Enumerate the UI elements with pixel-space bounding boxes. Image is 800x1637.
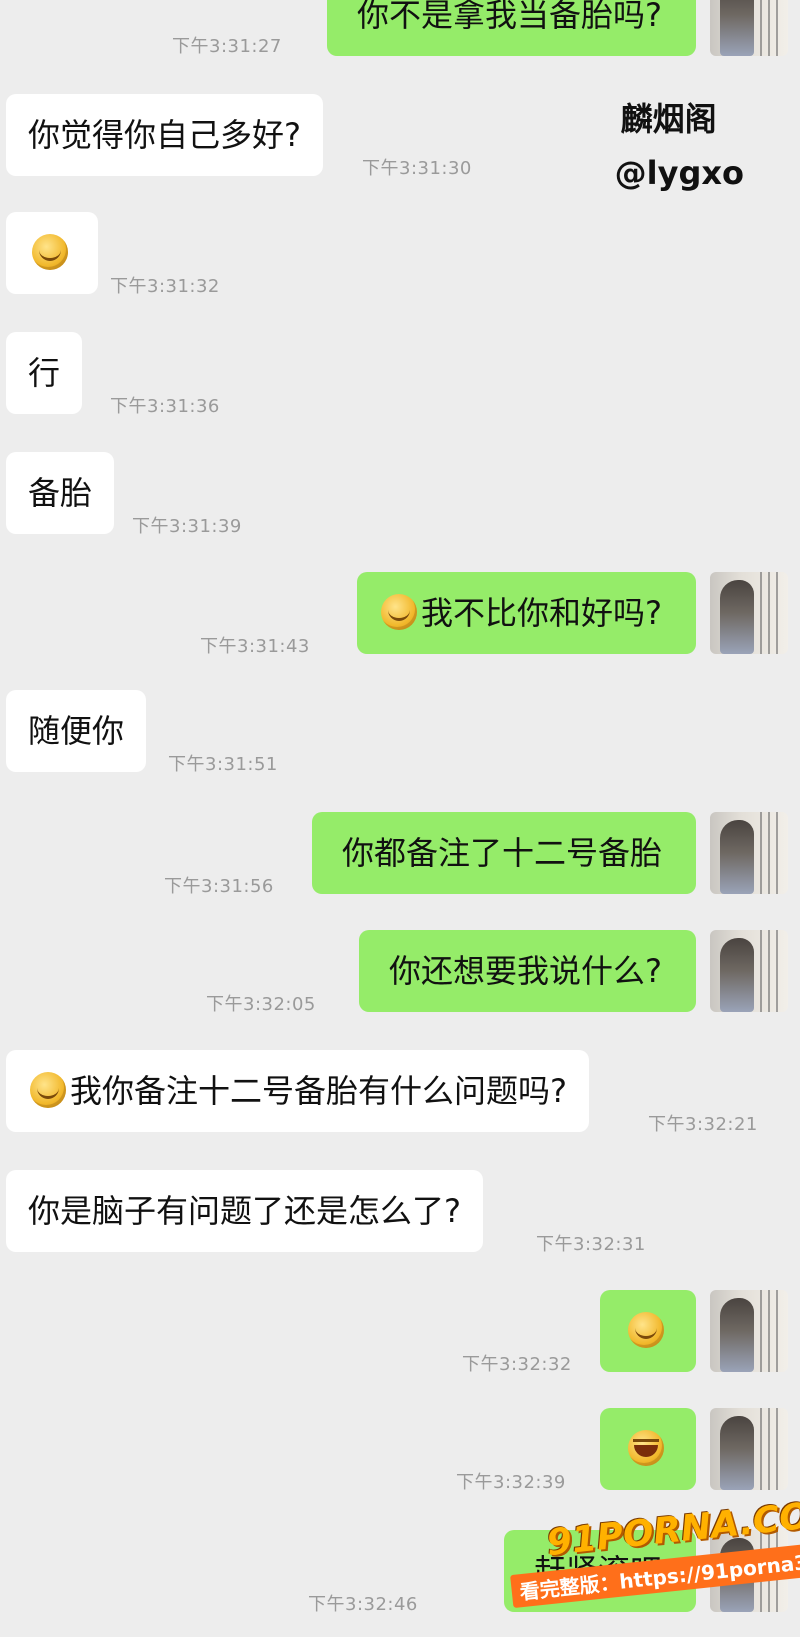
message-timestamp: 下午3:32:32 (462, 1354, 572, 1375)
message-bubble[interactable] (6, 212, 98, 294)
message-bubble[interactable]: 你觉得你自己多好? (6, 94, 323, 176)
facepalm-emoji-icon (628, 1312, 664, 1348)
message-row: 你都备注了十二号备胎 下午3:31:56 (0, 812, 800, 902)
avatar[interactable] (710, 1530, 788, 1612)
avatar[interactable] (710, 572, 788, 654)
message-bubble[interactable]: 行 (6, 332, 83, 414)
message-text: 你觉得你自己多好? (28, 116, 301, 154)
message-timestamp: 下午3:32:05 (206, 994, 316, 1015)
message-timestamp: 下午3:32:46 (308, 1594, 418, 1615)
message-row: 你还想要我说什么? 下午3:32:05 (0, 930, 800, 1020)
message-bubble[interactable]: 你是脑子有问题了还是怎么了? (6, 1170, 483, 1252)
watermark-top: 麟烟阁 @lygxo (615, 92, 744, 200)
message-timestamp: 下午3:31:43 (200, 636, 310, 657)
avatar[interactable] (710, 930, 788, 1012)
message-bubble[interactable]: 你还想要我说什么? (359, 930, 696, 1012)
message-row: 下午3:31:32 (0, 212, 800, 302)
message-text: 备胎 (28, 474, 93, 512)
message-timestamp: 下午3:31:32 (110, 276, 220, 297)
message-text: 行 (28, 354, 61, 392)
message-timestamp: 下午3:31:56 (164, 876, 274, 897)
message-bubble[interactable]: 我你备注十二号备胎有什么问题吗? (6, 1050, 589, 1132)
message-text: 随便你 (28, 712, 125, 750)
message-text: 你是脑子有问题了还是怎么了? (28, 1192, 461, 1230)
message-bubble[interactable]: 备胎 (6, 452, 115, 534)
facepalm-emoji-icon (30, 1072, 66, 1108)
message-row: 下午3:32:39 (0, 1408, 800, 1498)
avatar[interactable] (710, 812, 788, 894)
message-bubble[interactable]: 你不是拿我当备胎吗? (327, 0, 696, 56)
message-bubble[interactable]: 我不比你和好吗? (357, 572, 696, 654)
message-bubble[interactable]: 赶紧滚吧 (503, 1530, 696, 1612)
message-row: 随便你 下午3:31:51 (0, 690, 800, 780)
message-timestamp: 下午3:31:36 (110, 396, 220, 417)
avatar[interactable] (710, 0, 788, 56)
message-text: 我你备注十二号备胎有什么问题吗? (70, 1072, 567, 1110)
avatar[interactable] (710, 1290, 788, 1372)
chat-area[interactable]: 你不是拿我当备胎吗? 下午3:31:27 你觉得你自己多好? 下午3:31:30… (0, 0, 800, 1635)
avatar[interactable] (710, 1408, 788, 1490)
message-text: 你不是拿我当备胎吗? (357, 0, 662, 34)
message-text: 赶紧滚吧 (533, 1552, 662, 1590)
laugh-cry-emoji-icon (628, 1430, 664, 1466)
message-bubble[interactable]: 你都备注了十二号备胎 (311, 812, 696, 894)
message-row: 赶紧滚吧 下午3:32:46 (0, 1530, 800, 1620)
message-timestamp: 下午3:32:31 (536, 1234, 646, 1255)
message-row: 我你备注十二号备胎有什么问题吗? 下午3:32:21 (0, 1050, 800, 1140)
message-row: 行 下午3:31:36 (0, 332, 800, 422)
message-text: 你还想要我说什么? (389, 952, 662, 990)
facepalm-emoji-icon (32, 234, 68, 270)
watermark-handle: @lygxo (614, 154, 744, 192)
message-timestamp: 下午3:31:27 (172, 36, 282, 57)
message-timestamp: 下午3:32:39 (456, 1472, 566, 1493)
watermark-name: 麟烟阁 (620, 100, 717, 138)
message-timestamp: 下午3:31:39 (132, 516, 242, 537)
message-row: 备胎 下午3:31:39 (0, 452, 800, 542)
message-bubble[interactable] (600, 1290, 696, 1372)
facepalm-emoji-icon (381, 594, 417, 630)
message-row: 你不是拿我当备胎吗? 下午3:31:27 (0, 0, 800, 64)
message-timestamp: 下午3:31:51 (168, 754, 278, 775)
message-row: 我不比你和好吗? 下午3:31:43 (0, 572, 800, 662)
message-bubble[interactable]: 随便你 (6, 690, 147, 772)
message-timestamp: 下午3:31:30 (362, 158, 472, 179)
message-bubble[interactable] (600, 1408, 696, 1490)
message-row: 下午3:32:32 (0, 1290, 800, 1380)
message-text: 你都备注了十二号备胎 (341, 834, 662, 872)
message-timestamp: 下午3:32:21 (648, 1114, 758, 1135)
message-text: 我不比你和好吗? (421, 594, 662, 632)
message-row: 你是脑子有问题了还是怎么了? 下午3:32:31 (0, 1170, 800, 1260)
